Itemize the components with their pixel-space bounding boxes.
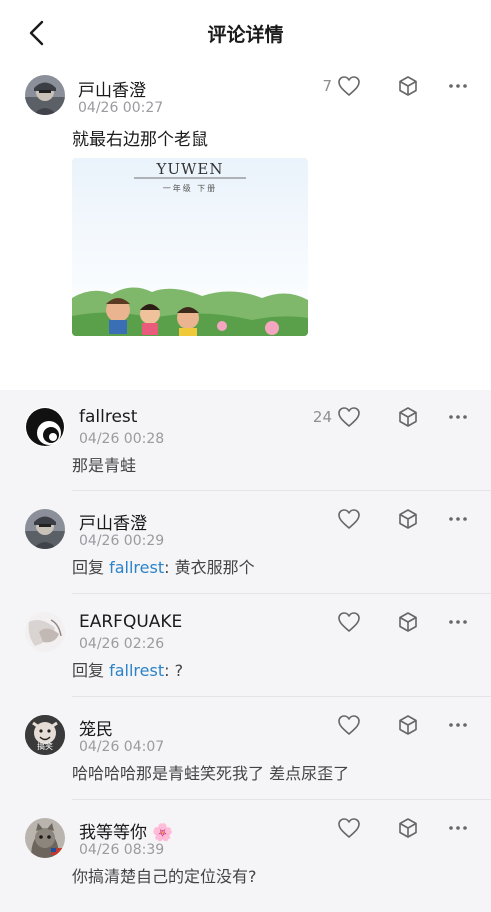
reply-text: : ? [164,661,184,680]
like-count: 7 [322,77,332,95]
box-button[interactable] [395,609,421,635]
image-subtitle: 一年级 下册 [162,184,218,193]
avatar[interactable]: 搞笑 [25,715,65,755]
username[interactable]: fallrest [79,407,137,427]
comment-item: 我等等你 🌸 04/26 08:39 你搞清楚自己的定位没有? [0,801,491,912]
post-text: 就最右边那个老鼠 [72,130,208,150]
timestamp: 04/26 00:28 [79,431,165,447]
username[interactable]: 戸山香澄 [79,509,147,534]
box-icon [399,818,417,838]
like-button[interactable] [336,815,362,841]
username-text: 我等等你 [79,823,147,843]
box-button[interactable] [395,712,421,738]
avatar[interactable] [25,612,65,652]
image-title: YUWEN [156,160,224,178]
username[interactable]: 我等等你 🌸 [79,818,174,843]
more-icon [449,826,467,830]
like-button[interactable] [336,712,362,738]
avatar[interactable] [25,407,65,447]
comment-item: 搞笑 笼民 04/26 04:07 哈哈哈哈那是青蛙笑死我了 差点尿歪了 [0,698,491,800]
username[interactable]: 笼民 [79,715,113,740]
timestamp: 04/26 00:27 [78,100,164,116]
comment-item: 戸山香澄 04/26 00:29 回复 fallrest: 黄衣服那个 [0,492,491,594]
comment-text: 回复 fallrest: 黄衣服那个 [72,554,255,578]
more-button[interactable] [445,609,471,635]
box-button[interactable] [395,73,421,99]
comment-item: EARFQUAKE 04/26 02:26 回复 fallrest: ? [0,595,491,697]
box-button[interactable] [395,404,421,430]
reply-text: : 黄衣服那个 [164,558,255,577]
divider [72,490,491,491]
avatar-caption: 搞笑 [37,742,53,751]
more-icon [449,84,467,88]
avatar[interactable] [25,818,65,858]
timestamp: 04/26 02:26 [79,636,165,652]
box-button[interactable] [395,506,421,532]
heart-icon [338,612,360,632]
avatar[interactable] [25,509,65,549]
reply-prefix: 回复 [72,558,110,577]
heart-icon [338,818,360,838]
mention-link[interactable]: fallrest [109,558,164,577]
more-icon [449,517,467,521]
box-icon [399,612,417,632]
like-button[interactable] [336,609,362,635]
page-title: 评论详情 [207,24,284,46]
reply-prefix: 回复 [72,661,110,680]
comment-text: 那是青蛙 [72,456,137,475]
mention-link[interactable]: fallrest [109,661,164,680]
box-icon [399,407,417,427]
like-count: 24 [312,408,332,426]
like-button[interactable] [336,506,362,532]
more-icon [449,620,467,624]
box-icon [399,715,417,735]
divider [72,593,491,594]
navbar: 评论详情 [0,0,491,68]
divider [72,696,491,697]
box-button[interactable] [395,815,421,841]
more-button[interactable] [445,404,471,430]
box-icon [399,509,417,529]
like-button[interactable] [336,404,362,430]
post-image[interactable]: YUWEN 一年级 下册 [72,158,308,336]
comment-text: 你搞清楚自己的定位没有? [72,867,257,886]
heart-icon [338,715,360,735]
more-button[interactable] [445,73,471,99]
more-icon [449,723,467,727]
username[interactable]: 戸山香澄 [78,76,146,101]
comment-text: 回复 fallrest: ? [72,657,183,681]
divider [72,799,491,800]
more-button[interactable] [445,815,471,841]
box-icon [399,76,417,96]
flower-emoji: 🌸 [152,823,174,843]
more-button[interactable] [445,712,471,738]
username[interactable]: EARFQUAKE [79,612,182,632]
avatar[interactable] [25,75,65,115]
heart-icon [338,407,360,427]
more-button[interactable] [445,506,471,532]
timestamp: 04/26 04:07 [79,739,165,755]
timestamp: 04/26 00:29 [79,533,165,549]
comment-item: fallrest 04/26 00:28 24 那是青蛙 [0,390,491,491]
like-button[interactable] [336,73,362,99]
more-icon [449,415,467,419]
timestamp: 04/26 08:39 [79,842,165,858]
heart-icon [338,509,360,529]
heart-icon [338,76,360,96]
comment-text: 哈哈哈哈那是青蛙笑死我了 差点尿歪了 [72,764,350,783]
